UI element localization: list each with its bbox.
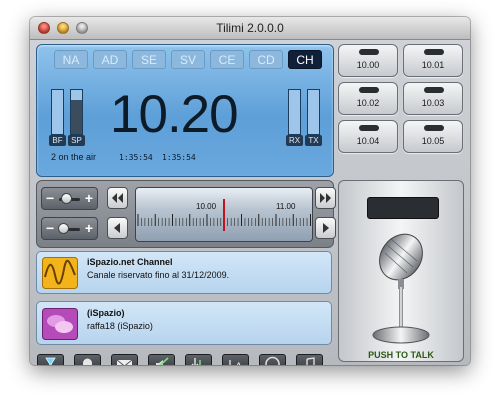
channel-button-ce[interactable]: CE <box>210 50 244 69</box>
volume-slider-knob[interactable] <box>61 193 73 204</box>
mute-button[interactable] <box>148 354 175 365</box>
tuner-needle[interactable] <box>223 199 225 231</box>
tuner-scale[interactable]: 10.00 11.00 <box>135 187 313 242</box>
time-readout-2: 1:35:54 <box>162 153 196 162</box>
rx-label: RX <box>286 135 303 146</box>
rx-meter <box>288 89 301 135</box>
tuner-dial: 10.00 11.00 <box>137 199 311 231</box>
bell-icon <box>83 358 92 365</box>
preset-label: 10.01 <box>421 60 445 70</box>
lcd-display: NA AD SE SV CE CD CH BF SP 10.20 RX TX 2… <box>36 44 334 177</box>
tuner-left-label: 10.00 <box>196 202 217 211</box>
seek-forward-button[interactable] <box>315 187 336 209</box>
sp-meter <box>70 89 83 135</box>
preset-button-5[interactable]: 10.04 <box>338 120 398 153</box>
sp-label: SP <box>68 135 85 146</box>
preset-label: 10.02 <box>356 98 380 108</box>
download-icon <box>191 358 201 365</box>
sp-meter-fill <box>71 99 82 134</box>
mail-icon <box>116 359 133 365</box>
push-to-talk-button[interactable]: PUSH TO TALK <box>338 180 464 362</box>
music-button[interactable] <box>296 354 323 365</box>
channel-card-title: iSpazio.net Channel <box>87 257 173 267</box>
preset-led <box>359 49 379 55</box>
mute-icon <box>156 357 169 365</box>
user-card-text: raffa18 (iSpazio) <box>87 321 153 331</box>
tx-meter <box>307 89 320 135</box>
preset-led <box>359 125 379 131</box>
seek-back-button[interactable] <box>107 187 128 209</box>
preset-led <box>424 125 444 131</box>
headset-icon <box>265 356 280 365</box>
plus-icon: + <box>84 190 93 206</box>
tx-label: TX <box>305 135 322 146</box>
waveform-icon <box>42 257 78 289</box>
audio-settings-button[interactable] <box>259 354 286 365</box>
minus-icon: − <box>46 220 55 236</box>
preset-led <box>359 87 379 93</box>
preset-button-6[interactable]: 10.05 <box>403 120 463 153</box>
minus-icon: − <box>46 190 55 206</box>
svg-text:A: A <box>235 361 243 365</box>
channel-info-card[interactable]: iSpazio.net Channel Canale riservato fin… <box>36 251 332 294</box>
message-button[interactable] <box>111 354 138 365</box>
user-card-title: (iSpazio) <box>87 308 125 318</box>
squelch-slider-knob[interactable] <box>58 223 70 234</box>
receive-button[interactable] <box>185 354 212 365</box>
app-window: Tilimi 2.0.0.0 NA AD SE SV CE CD CH BF S… <box>30 17 470 365</box>
preset-label: 10.03 <box>421 98 445 108</box>
hourglass-icon <box>45 357 56 365</box>
preset-led <box>424 87 444 93</box>
push-to-talk-label: PUSH TO TALK <box>368 350 434 360</box>
squelch-slider[interactable]: − + <box>41 217 98 240</box>
preset-button-1[interactable]: 10.00 <box>338 44 398 77</box>
channel-button-ad[interactable]: AD <box>93 50 127 69</box>
channel-button-se[interactable]: SE <box>132 50 166 69</box>
rewind-icon <box>112 193 123 203</box>
bf-label: BF <box>49 135 66 146</box>
text-mode-button[interactable]: A <box>222 354 249 365</box>
on-air-status: 2 on the air <box>51 152 97 162</box>
chat-bubbles-icon <box>42 308 78 340</box>
timer-button[interactable] <box>37 354 64 365</box>
preset-led <box>424 49 444 55</box>
bf-meter <box>51 89 64 135</box>
plus-icon: + <box>84 220 93 236</box>
time-readout-1: 1:35:54 <box>119 153 153 162</box>
preset-button-3[interactable]: 10.02 <box>338 82 398 115</box>
frequency-readout: 10.20 <box>110 85 239 144</box>
preset-label: 10.00 <box>356 60 380 70</box>
main-body: NA AD SE SV CE CD CH BF SP 10.20 RX TX 2… <box>30 40 470 365</box>
channel-button-na[interactable]: NA <box>54 50 88 69</box>
volume-slider[interactable]: − + <box>41 187 98 210</box>
music-note-icon <box>306 357 315 365</box>
channel-card-text: Canale riservato fino al 31/12/2009. <box>87 270 230 280</box>
preset-button-4[interactable]: 10.03 <box>403 82 463 115</box>
text-icon: A <box>229 360 243 365</box>
microphone-icon <box>372 233 430 344</box>
alert-button[interactable] <box>74 354 101 365</box>
channel-button-sv[interactable]: SV <box>171 50 205 69</box>
left-arrow-icon <box>114 223 120 233</box>
right-arrow-icon <box>323 223 329 233</box>
channel-button-ch[interactable]: CH <box>288 50 322 69</box>
user-info-card[interactable]: (iSpazio) raffa18 (iSpazio) <box>36 301 332 345</box>
tuner-controls: − + − + 10.00 11.00 <box>36 180 336 248</box>
preset-label: 10.04 <box>356 136 380 146</box>
talk-display <box>367 197 439 219</box>
fast-forward-icon <box>320 193 331 203</box>
tuner-right-label: 11.00 <box>276 202 296 211</box>
channel-button-cd[interactable]: CD <box>249 50 283 69</box>
preset-label: 10.05 <box>421 136 445 146</box>
step-back-button[interactable] <box>107 217 128 239</box>
title-bar[interactable]: Tilimi 2.0.0.0 <box>30 17 470 40</box>
window-title: Tilimi 2.0.0.0 <box>216 21 284 35</box>
preset-button-2[interactable]: 10.01 <box>403 44 463 77</box>
step-forward-button[interactable] <box>315 217 336 239</box>
